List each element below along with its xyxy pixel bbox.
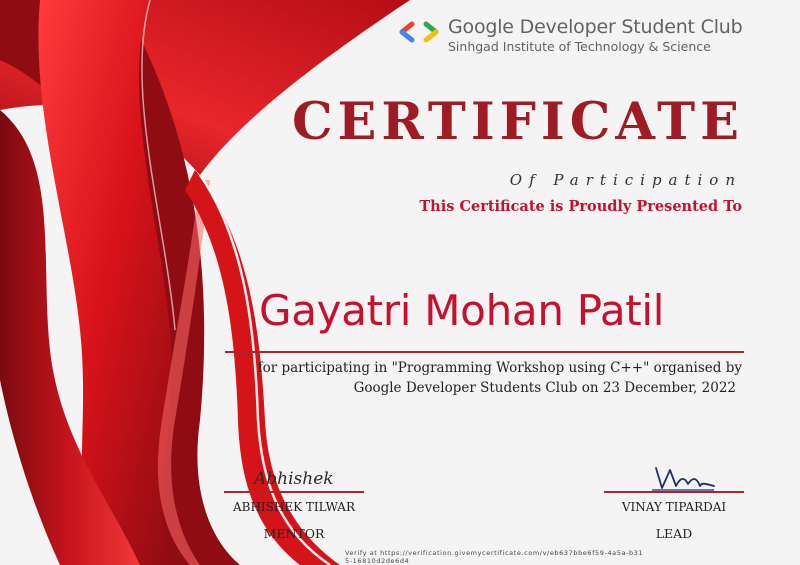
verification-link[interactable]: Verify at https://verification.givemycer… — [345, 549, 645, 565]
presented-to-line: This Certificate is Proudly Presented To — [419, 198, 742, 215]
certificate-subtitle: Of Participation — [509, 171, 742, 189]
mentor-signature-text: Abhishek — [252, 469, 334, 489]
mentor-name: ABHISHEK TILWAR — [232, 500, 356, 514]
certificate: Google Developer Student Club Sinhgad In… — [0, 0, 800, 565]
lead-signature — [652, 467, 715, 491]
mentor-role: MENTOR — [263, 526, 325, 541]
recipient-name: Gayatri Mohan Patil — [259, 286, 665, 335]
gdsc-brackets-icon — [399, 21, 439, 43]
description-line-2: Google Developer Students Club on 23 Dec… — [353, 380, 736, 396]
mentor-signature: Abhishek — [252, 469, 334, 489]
recipient-underline — [225, 351, 744, 353]
certificate-title: CERTIFICATE — [291, 92, 744, 152]
club-name: Google Developer Student Club — [448, 16, 743, 38]
lead-signature-line — [604, 491, 744, 493]
lead-name: VINAY TIPARDAI — [621, 500, 727, 514]
institute-name: Sinhgad Institute of Technology & Scienc… — [448, 39, 711, 54]
lead-role: LEAD — [655, 526, 693, 541]
mentor-signature-line — [224, 491, 364, 493]
description-line-1: for participating in "Programming Worksh… — [257, 360, 742, 376]
club-branding: Google Developer Student Club Sinhgad In… — [398, 16, 743, 54]
